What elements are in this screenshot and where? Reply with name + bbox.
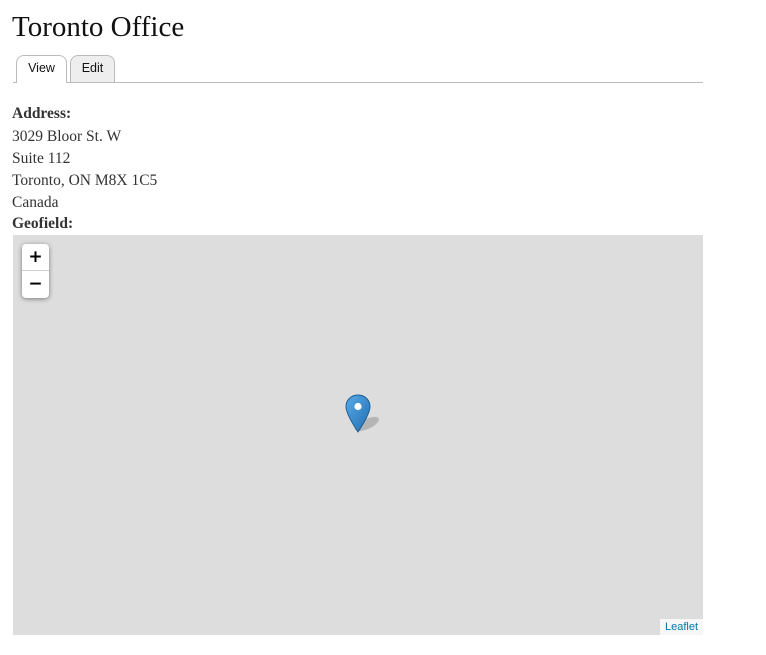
tab-view[interactable]: View <box>16 55 67 83</box>
address-country: Canada <box>12 194 59 211</box>
tab-bar: View Edit <box>13 54 703 83</box>
address-city: Toronto, ON M8X 1C5 <box>12 172 158 189</box>
address-label: Address: <box>12 105 72 122</box>
map-marker-icon[interactable] <box>345 394 385 438</box>
tab-edit[interactable]: Edit <box>70 55 115 82</box>
leaflet-attribution-link[interactable]: Leaflet <box>659 619 703 635</box>
address-suite: Suite 112 <box>12 150 71 167</box>
address-street: 3029 Bloor St. W <box>12 128 122 145</box>
map[interactable]: + − Leaflet <box>13 235 703 635</box>
page-title: Toronto Office <box>12 11 185 43</box>
zoom-out-button[interactable]: − <box>22 271 49 298</box>
zoom-control: + − <box>22 244 49 298</box>
geofield-label: Geofield: <box>12 215 74 232</box>
address-block: 3029 Bloor St. W Suite 112 Toronto, ON M… <box>12 126 157 214</box>
zoom-in-button[interactable]: + <box>22 244 49 271</box>
